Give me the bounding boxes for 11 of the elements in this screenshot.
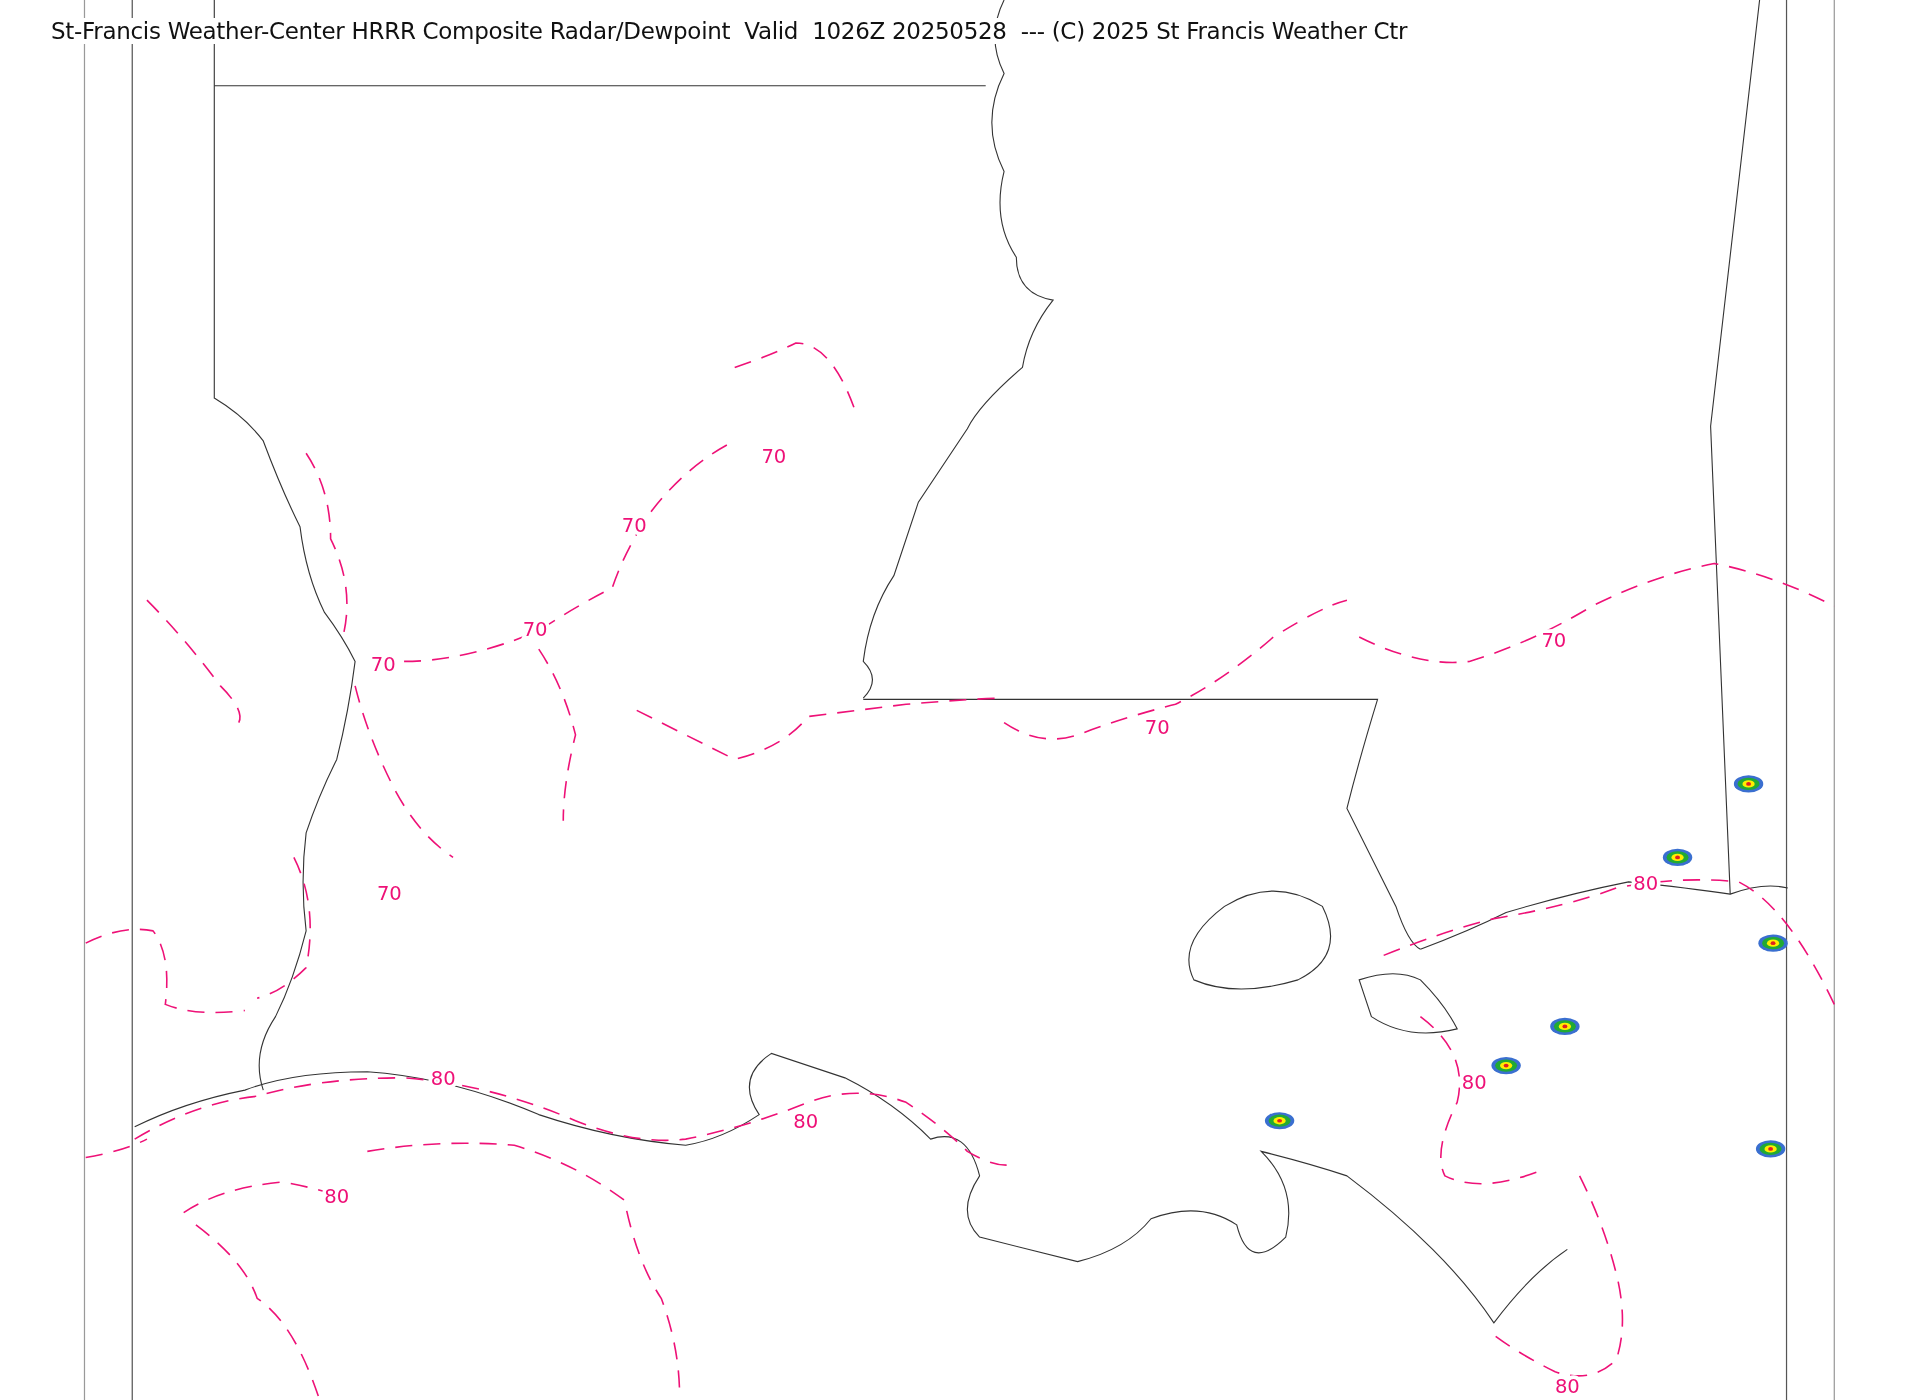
contour-label: 80 bbox=[324, 1184, 350, 1208]
contour-label: 80 bbox=[793, 1110, 819, 1134]
map-title: St-Francis Weather-Center HRRR Composite Radar/Dewpoint Valid 1026Z 20250528 --- (C) 2025 St Francis Weather Ctr bbox=[51, 18, 1408, 44]
contour-label: 70 bbox=[376, 882, 402, 906]
contour-label: 70 bbox=[1541, 628, 1567, 652]
contour-label: 70 bbox=[522, 617, 548, 641]
contour-label: 80 bbox=[1554, 1374, 1580, 1398]
contour-label: 80 bbox=[1461, 1070, 1487, 1094]
contour-label: 70 bbox=[370, 653, 396, 677]
contour-label: 70 bbox=[761, 445, 787, 468]
contour-label: 70 bbox=[1144, 715, 1170, 739]
